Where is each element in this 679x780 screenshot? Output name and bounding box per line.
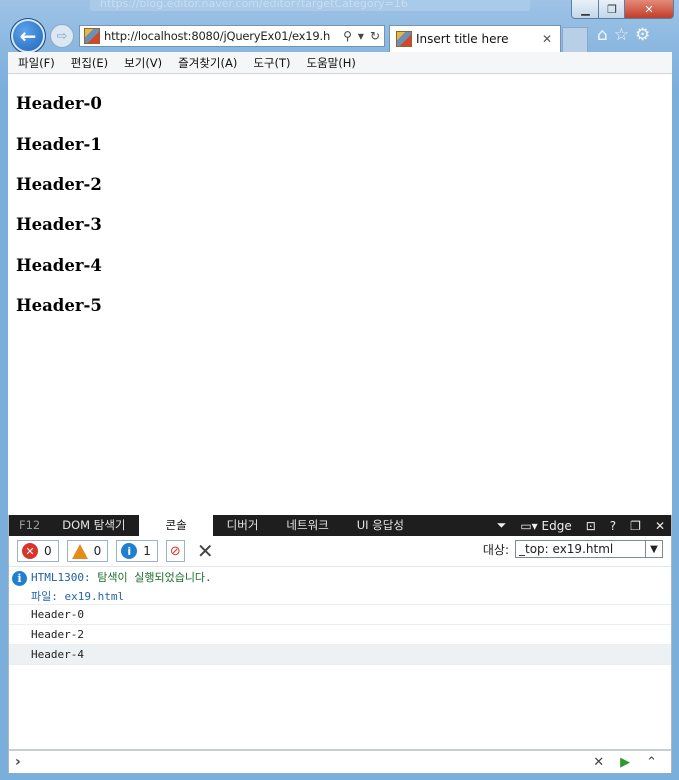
header-2: Header-2 (16, 175, 102, 194)
errors-count: 0 (44, 544, 52, 558)
close-window-button[interactable]: ✕ (624, 0, 674, 19)
tab-network[interactable]: 네트워크 (272, 515, 342, 536)
target-label: 대상: (482, 542, 509, 557)
header-0: Header-0 (16, 94, 102, 113)
undock-icon[interactable]: ❐ (630, 519, 641, 533)
title-bar: https://blog.editor.naver.com/editor?tar… (90, 0, 530, 11)
log-row: Header-2 (9, 625, 671, 645)
menu-view[interactable]: 보기(V) (124, 55, 162, 71)
errors-filter-button[interactable]: ✕ 0 (17, 540, 59, 562)
header-5: Header-5 (16, 296, 102, 315)
home-icon[interactable]: ⌂ (597, 25, 608, 45)
info-icon: i (12, 571, 27, 586)
warnings-filter-button[interactable]: 0 (66, 540, 109, 562)
menu-bar: 파일(F) 편집(E) 보기(V) 즐겨찾기(A) 도구(T) 도움말(H) (8, 52, 672, 74)
log-row: Header-4 (9, 645, 671, 665)
search-icon[interactable]: ⚲ (343, 29, 352, 43)
header-3: Header-3 (16, 215, 102, 234)
menu-help[interactable]: 도움말(H) (307, 55, 356, 71)
chevron-down-icon: ▼ (645, 541, 662, 557)
log-text: Header-2 (31, 628, 84, 641)
page-content: Header-0 Header-1 Header-2 Header-3 Head… (8, 74, 672, 515)
info-count: 1 (143, 544, 151, 558)
maximize-button[interactable]: ❐ (598, 0, 626, 19)
favicon-icon (84, 28, 100, 44)
clear-on-navigate-button[interactable]: ⊘ (165, 540, 185, 562)
message-code: HTML1300: (31, 571, 91, 584)
console-output: i HTML1300: 탐색이 실행되었습니다. 파일: ex19.html H… (9, 567, 671, 665)
tab-console[interactable]: 콘솔 (139, 515, 213, 536)
emulation-icon[interactable]: ▭▾ Edge (520, 519, 571, 533)
target-value: _top: ex19.html (519, 542, 614, 556)
close-devtools-icon[interactable]: ✕ (655, 519, 665, 533)
browser-window: https://blog.editor.naver.com/editor?tar… (0, 0, 679, 780)
info-message: i HTML1300: 탐색이 실행되었습니다. 파일: ex19.html (9, 567, 671, 605)
refresh-icon[interactable]: ↻ (370, 29, 380, 43)
message-file-link[interactable]: 파일: ex19.html (31, 588, 124, 604)
info-icon: i (121, 543, 138, 559)
minimize-button[interactable]: ▁ (571, 0, 600, 19)
menu-file[interactable]: 파일(F) (18, 55, 55, 71)
tab-active[interactable]: Insert title here ✕ (389, 25, 561, 52)
devtools-tab-bar: F12 DOM 탐색기 콘솔 디버거 네트워크 UI 응답성 ⏷ ▭▾ Edge… (9, 515, 671, 536)
more-tabs-icon[interactable]: ⏷ (497, 518, 507, 533)
close-tab-icon[interactable]: ✕ (542, 32, 560, 46)
target-select[interactable]: _top: ex19.html ▼ (515, 540, 663, 558)
console-toggle-icon[interactable]: ⊡ (586, 519, 596, 533)
address-input[interactable]: http://localhost:8080/jQueryEx01/ex19.ht (104, 29, 330, 43)
error-icon: ✕ (22, 543, 38, 559)
header-1: Header-1 (16, 135, 102, 154)
log-text: Header-0 (31, 608, 84, 621)
dropdown-icon[interactable]: ▾ (358, 29, 364, 43)
f12-label: F12 (19, 518, 41, 532)
log-text: Header-4 (31, 648, 84, 661)
devtools-panel: F12 DOM 탐색기 콘솔 디버거 네트워크 UI 응답성 ⏷ ▭▾ Edge… (8, 515, 672, 773)
console-input[interactable]: › ✕ ▶ ⌃ (9, 749, 671, 773)
warnings-count: 0 (93, 544, 102, 558)
warning-icon (71, 543, 88, 559)
menu-edit[interactable]: 편집(E) (71, 55, 108, 71)
arrow-left-icon: ← (19, 24, 37, 48)
favorites-star-icon[interactable]: ☆ (614, 25, 629, 45)
help-icon[interactable]: ? (610, 519, 616, 533)
expand-icon[interactable]: ⌃ (646, 755, 657, 770)
menu-favorites[interactable]: 즐겨찾기(A) (178, 55, 237, 71)
title-bar-text: https://blog.editor.naver.com/editor?tar… (100, 0, 408, 10)
new-tab-button[interactable] (562, 27, 588, 53)
favicon-icon (396, 31, 412, 47)
gear-icon[interactable]: ⚙ (635, 25, 650, 45)
arrow-right-icon: ⇨ (56, 28, 68, 44)
clear-on-navigate-icon: ⊘ (169, 543, 181, 559)
message-text: 탐색이 실행되었습니다. (90, 571, 212, 584)
chevron-right-icon: › (15, 754, 21, 770)
console-toolbar: ✕ 0 0 i 1 ⊘ ✕ 대상: _top: ex19.html ▼ (9, 536, 671, 567)
tab-dom-explorer[interactable]: DOM 탐색기 (48, 515, 139, 536)
clear-console-icon[interactable]: ✕ (197, 539, 214, 563)
header-4: Header-4 (16, 256, 102, 275)
tab-debugger[interactable]: 디버거 (213, 515, 273, 536)
tab-title: Insert title here (416, 32, 509, 46)
clear-input-icon[interactable]: ✕ (593, 755, 604, 770)
forward-button[interactable]: ⇨ (50, 24, 74, 48)
address-bar[interactable]: http://localhost:8080/jQueryEx01/ex19.ht… (79, 25, 385, 47)
log-row: Header-0 (9, 605, 671, 625)
back-button[interactable]: ← (10, 18, 46, 54)
document-mode-label[interactable]: Edge (542, 519, 572, 533)
run-icon[interactable]: ▶ (620, 755, 630, 770)
tab-ui-responsiveness[interactable]: UI 응답성 (343, 515, 418, 536)
info-filter-button[interactable]: i 1 (116, 540, 158, 562)
menu-tools[interactable]: 도구(T) (253, 55, 290, 71)
